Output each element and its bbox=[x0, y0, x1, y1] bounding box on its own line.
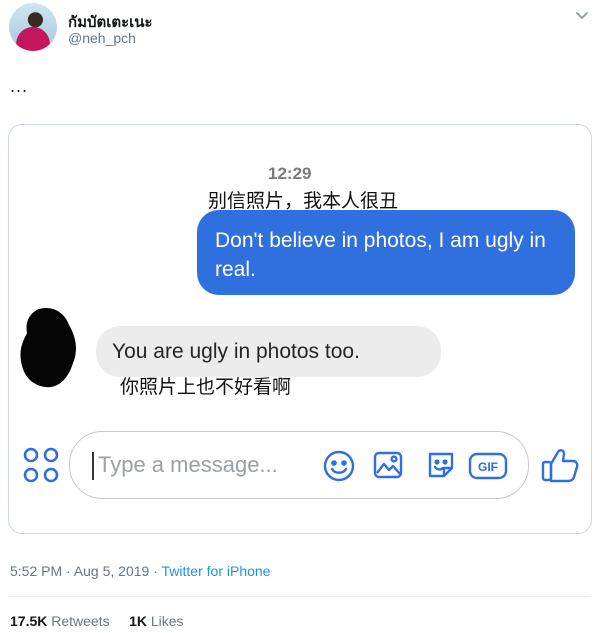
gif-icon[interactable]: GIF bbox=[468, 450, 508, 484]
image-icon[interactable] bbox=[371, 448, 405, 482]
retweets-stat[interactable]: 17.5K Retweets bbox=[10, 613, 110, 629]
likes-label: Likes bbox=[150, 613, 184, 629]
likes-stat[interactable]: 1K Likes bbox=[129, 613, 183, 629]
sticker-icon[interactable] bbox=[424, 448, 458, 482]
tweet-timestamp[interactable]: 5:52 PM · Aug 5, 2019 bbox=[10, 563, 149, 579]
tweet-text: ... bbox=[10, 76, 29, 96]
avatar[interactable] bbox=[9, 3, 57, 51]
text-cursor bbox=[92, 452, 94, 480]
tweet-meta: 5:52 PM · Aug 5, 2019 · Twitter for iPho… bbox=[10, 563, 270, 579]
contact-avatar bbox=[19, 305, 79, 391]
retweets-count: 17.5K bbox=[10, 613, 48, 629]
received-message: You are ugly in photos too. bbox=[112, 340, 360, 363]
message-placeholder: Type a message... bbox=[98, 452, 278, 477]
meta-separator: · bbox=[149, 563, 162, 579]
smile-icon[interactable] bbox=[322, 449, 356, 483]
sent-message: Don't believe in photos, I am ugly in re… bbox=[215, 229, 546, 281]
retweets-label: Retweets bbox=[51, 613, 110, 629]
tweet-source[interactable]: Twitter for iPhone bbox=[162, 563, 271, 579]
chat-time: 12:29 bbox=[268, 164, 312, 183]
thumbs-up-icon[interactable] bbox=[540, 446, 580, 484]
caption-bottom: 你照片上也不好看啊 bbox=[120, 376, 292, 398]
tweet-stats: 17.5K Retweets 1K Likes bbox=[10, 613, 184, 629]
likes-count: 1K bbox=[129, 613, 147, 629]
user-handle[interactable]: @neh_pch bbox=[68, 30, 136, 46]
gif-label: GIF bbox=[478, 460, 498, 474]
apps-grid-icon[interactable] bbox=[22, 446, 60, 484]
divider bbox=[8, 596, 590, 597]
caret-down-icon[interactable] bbox=[574, 7, 590, 23]
caption-top: 别信照片，我本人很丑 bbox=[208, 190, 399, 212]
